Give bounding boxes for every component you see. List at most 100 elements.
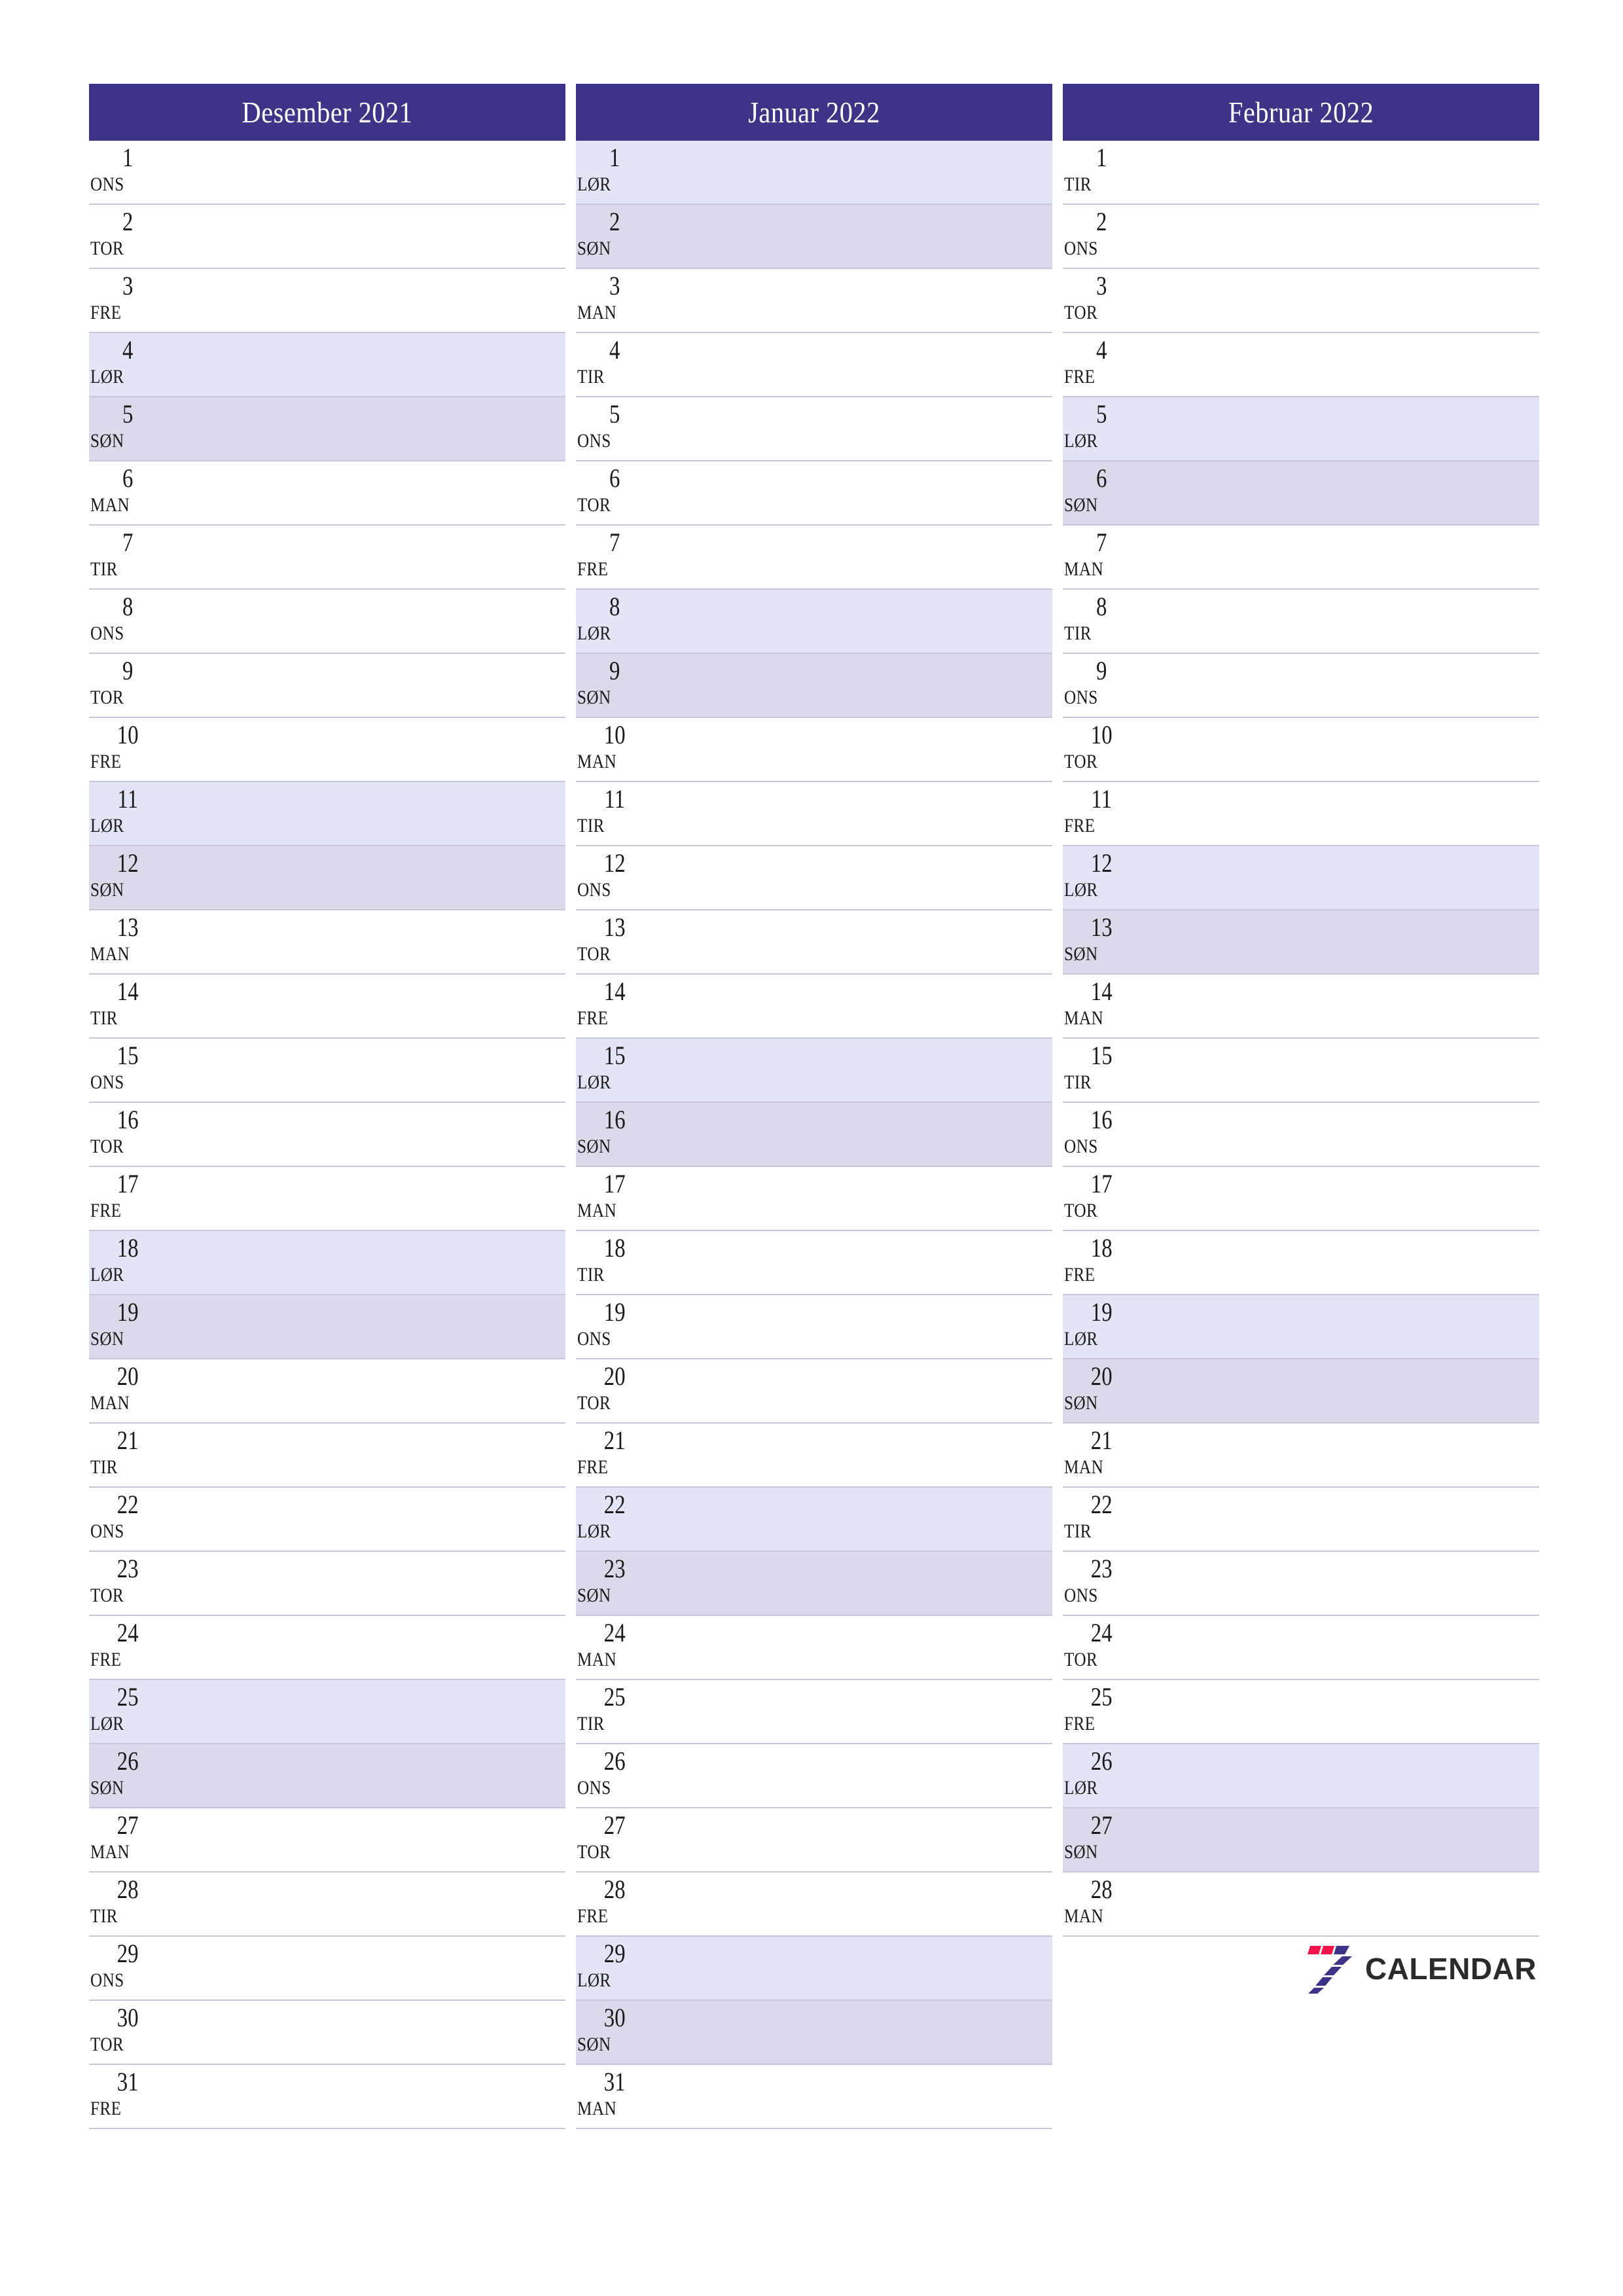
day-row[interactable]: 1 LØR	[576, 141, 1052, 205]
day-row[interactable]: 25 TIR	[576, 1680, 1052, 1744]
day-row[interactable]: 9 SØN	[576, 654, 1052, 718]
day-number: 11	[604, 784, 625, 814]
day-row[interactable]: 27 MAN	[89, 1808, 565, 1873]
day-row[interactable]: 16 TOR	[89, 1103, 565, 1167]
day-row[interactable]: 7 MAN	[1063, 526, 1539, 590]
day-row[interactable]: 24 FRE	[89, 1616, 565, 1680]
day-row[interactable]: 22 ONS	[89, 1488, 565, 1552]
day-row[interactable]: 18 LØR	[89, 1231, 565, 1295]
day-row[interactable]: 12 SØN	[89, 846, 565, 910]
day-row[interactable]: 17 TOR	[1063, 1167, 1539, 1231]
day-row[interactable]: 9 TOR	[89, 654, 565, 718]
day-row[interactable]: 8 TIR	[1063, 590, 1539, 654]
day-row[interactable]: 23 ONS	[1063, 1552, 1539, 1616]
day-row[interactable]: 19 ONS	[576, 1295, 1052, 1359]
day-number: 24	[1090, 1618, 1113, 1647]
day-row[interactable]: 2 SØN	[576, 205, 1052, 269]
day-row[interactable]: 4 FRE	[1063, 333, 1539, 397]
day-row[interactable]: 25 LØR	[89, 1680, 565, 1744]
day-row[interactable]: 2 ONS	[1063, 205, 1539, 269]
day-row[interactable]: 14 TIR	[89, 975, 565, 1039]
day-number: 21	[116, 1426, 139, 1455]
day-row[interactable]: 20 MAN	[89, 1359, 565, 1424]
day-row[interactable]: 28 FRE	[576, 1873, 1052, 1937]
day-row[interactable]: 23 TOR	[89, 1552, 565, 1616]
day-row[interactable]: 12 ONS	[576, 846, 1052, 910]
day-row[interactable]: 16 ONS	[1063, 1103, 1539, 1167]
day-row[interactable]: 3 TOR	[1063, 269, 1539, 333]
day-row[interactable]: 8 LØR	[576, 590, 1052, 654]
day-row[interactable]: 17 MAN	[576, 1167, 1052, 1231]
day-row[interactable]: 21 MAN	[1063, 1424, 1539, 1488]
day-row[interactable]: 15 ONS	[89, 1039, 565, 1103]
day-row[interactable]: 4 LØR	[89, 333, 565, 397]
day-weekday-label: MAN	[1064, 1007, 1104, 1029]
day-row[interactable]: 30 SØN	[576, 2001, 1052, 2065]
day-row[interactable]: 6 MAN	[89, 461, 565, 526]
day-row[interactable]: 19 LØR	[1063, 1295, 1539, 1359]
day-row[interactable]: 11 LØR	[89, 782, 565, 846]
day-row[interactable]: 10 TOR	[1063, 718, 1539, 782]
day-row[interactable]: 1 TIR	[1063, 141, 1539, 205]
day-row[interactable]: 24 MAN	[576, 1616, 1052, 1680]
day-row[interactable]: 14 FRE	[576, 975, 1052, 1039]
day-row[interactable]: 15 LØR	[576, 1039, 1052, 1103]
day-row[interactable]: 13 SØN	[1063, 910, 1539, 975]
day-row[interactable]: 26 LØR	[1063, 1744, 1539, 1808]
day-row[interactable]: 18 TIR	[576, 1231, 1052, 1295]
day-row[interactable]: 6 SØN	[1063, 461, 1539, 526]
day-number: 22	[116, 1490, 139, 1519]
day-row[interactable]: 11 FRE	[1063, 782, 1539, 846]
day-weekday-label: TOR	[90, 687, 124, 708]
day-row[interactable]: 29 ONS	[89, 1937, 565, 2001]
day-row[interactable]: 22 LØR	[576, 1488, 1052, 1552]
day-row[interactable]: 17 FRE	[89, 1167, 565, 1231]
day-row[interactable]: 31 FRE	[89, 2065, 565, 2129]
day-row[interactable]: 6 TOR	[576, 461, 1052, 526]
day-row[interactable]: 21 FRE	[576, 1424, 1052, 1488]
day-row[interactable]: 15 TIR	[1063, 1039, 1539, 1103]
day-row[interactable]: 14 MAN	[1063, 975, 1539, 1039]
day-row[interactable]: 26 ONS	[576, 1744, 1052, 1808]
day-row[interactable]: 16 SØN	[576, 1103, 1052, 1167]
day-row[interactable]: 21 TIR	[89, 1424, 565, 1488]
day-row[interactable]: 22 TIR	[1063, 1488, 1539, 1552]
day-row[interactable]: 9 ONS	[1063, 654, 1539, 718]
day-row[interactable]: 27 SØN	[1063, 1808, 1539, 1873]
day-row[interactable]: 7 TIR	[89, 526, 565, 590]
day-row[interactable]: 13 MAN	[89, 910, 565, 975]
day-row[interactable]: 31 MAN	[576, 2065, 1052, 2129]
day-weekday-label: LØR	[1064, 1328, 1098, 1350]
day-row[interactable]: 10 MAN	[576, 718, 1052, 782]
day-row[interactable]: 12 LØR	[1063, 846, 1539, 910]
day-row[interactable]: 28 TIR	[89, 1873, 565, 1937]
day-row[interactable]: 10 FRE	[89, 718, 565, 782]
day-row[interactable]: 7 FRE	[576, 526, 1052, 590]
day-row[interactable]: 13 TOR	[576, 910, 1052, 975]
day-row[interactable]: 1 ONS	[89, 141, 565, 205]
day-row[interactable]: 26 SØN	[89, 1744, 565, 1808]
day-row[interactable]: 5 ONS	[576, 397, 1052, 461]
day-row[interactable]: 5 LØR	[1063, 397, 1539, 461]
day-row[interactable]: 4 TIR	[576, 333, 1052, 397]
day-row[interactable]: 20 TOR	[576, 1359, 1052, 1424]
day-row[interactable]: 2 TOR	[89, 205, 565, 269]
day-weekday-label: SØN	[577, 1136, 611, 1157]
day-row[interactable]: 18 FRE	[1063, 1231, 1539, 1295]
day-row[interactable]: 11 TIR	[576, 782, 1052, 846]
day-number: 3	[122, 271, 134, 300]
day-row[interactable]: 23 SØN	[576, 1552, 1052, 1616]
day-row[interactable]: 27 TOR	[576, 1808, 1052, 1873]
day-row[interactable]: 3 FRE	[89, 269, 565, 333]
day-row[interactable]: 30 TOR	[89, 2001, 565, 2065]
day-row[interactable]: 24 TOR	[1063, 1616, 1539, 1680]
day-row[interactable]: 29 LØR	[576, 1937, 1052, 2001]
day-row[interactable]: 20 SØN	[1063, 1359, 1539, 1424]
day-row[interactable]: 8 ONS	[89, 590, 565, 654]
day-row[interactable]: 19 SØN	[89, 1295, 565, 1359]
day-row[interactable]: 25 FRE	[1063, 1680, 1539, 1744]
day-row[interactable]: 3 MAN	[576, 269, 1052, 333]
day-number: 7	[122, 528, 134, 557]
day-row[interactable]: 28 MAN	[1063, 1873, 1539, 1937]
day-row[interactable]: 5 SØN	[89, 397, 565, 461]
